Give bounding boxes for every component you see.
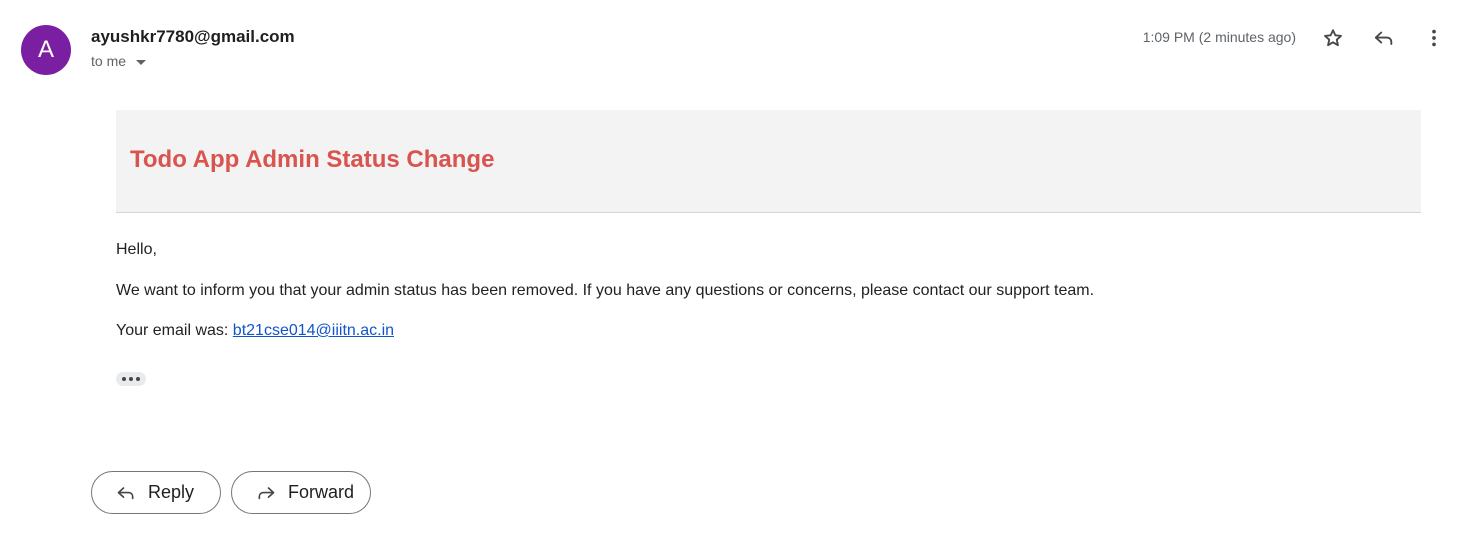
more-vert-icon (1432, 29, 1436, 47)
more-options-button[interactable] (1420, 24, 1448, 52)
reply-icon (117, 486, 134, 499)
sender-email: ayushkr7780@gmail.com (91, 27, 295, 46)
sender-avatar[interactable]: A (21, 25, 71, 75)
recipient-details-toggle[interactable]: to me (91, 53, 147, 69)
email-message: We want to inform you that your admin st… (116, 282, 1095, 299)
email-banner-title: Todo App Admin Status Change (130, 146, 495, 173)
star-icon (1324, 29, 1342, 47)
email-address-link[interactable]: bt21cse014@iiitn.ac.in (233, 322, 394, 339)
ellipsis-dot (136, 377, 140, 381)
ellipsis-icon (122, 377, 126, 381)
reply-button[interactable]: Reply (91, 471, 221, 514)
recipient-label: to me (91, 53, 127, 69)
ellipsis-dot (129, 377, 133, 381)
chevron-down-icon (136, 59, 147, 65)
forward-icon (258, 486, 275, 499)
message-timestamp: 1:09 PM (2 minutes ago) (1142, 29, 1296, 45)
email-banner: Todo App Admin Status Change (116, 110, 1421, 213)
show-trimmed-content-button[interactable] (116, 372, 146, 386)
email-address-line: Your email was: bt21cse014@iiitn.ac.in (116, 322, 394, 340)
forward-button-label: Forward (288, 482, 355, 502)
star-button[interactable] (1319, 24, 1347, 52)
reply-button-top[interactable] (1370, 24, 1398, 52)
reply-button-label: Reply (148, 482, 195, 502)
reply-icon (1374, 31, 1393, 45)
forward-button[interactable]: Forward (231, 471, 371, 514)
email-address-prefix: Your email was: (116, 322, 233, 339)
email-greeting: Hello, (116, 241, 157, 258)
